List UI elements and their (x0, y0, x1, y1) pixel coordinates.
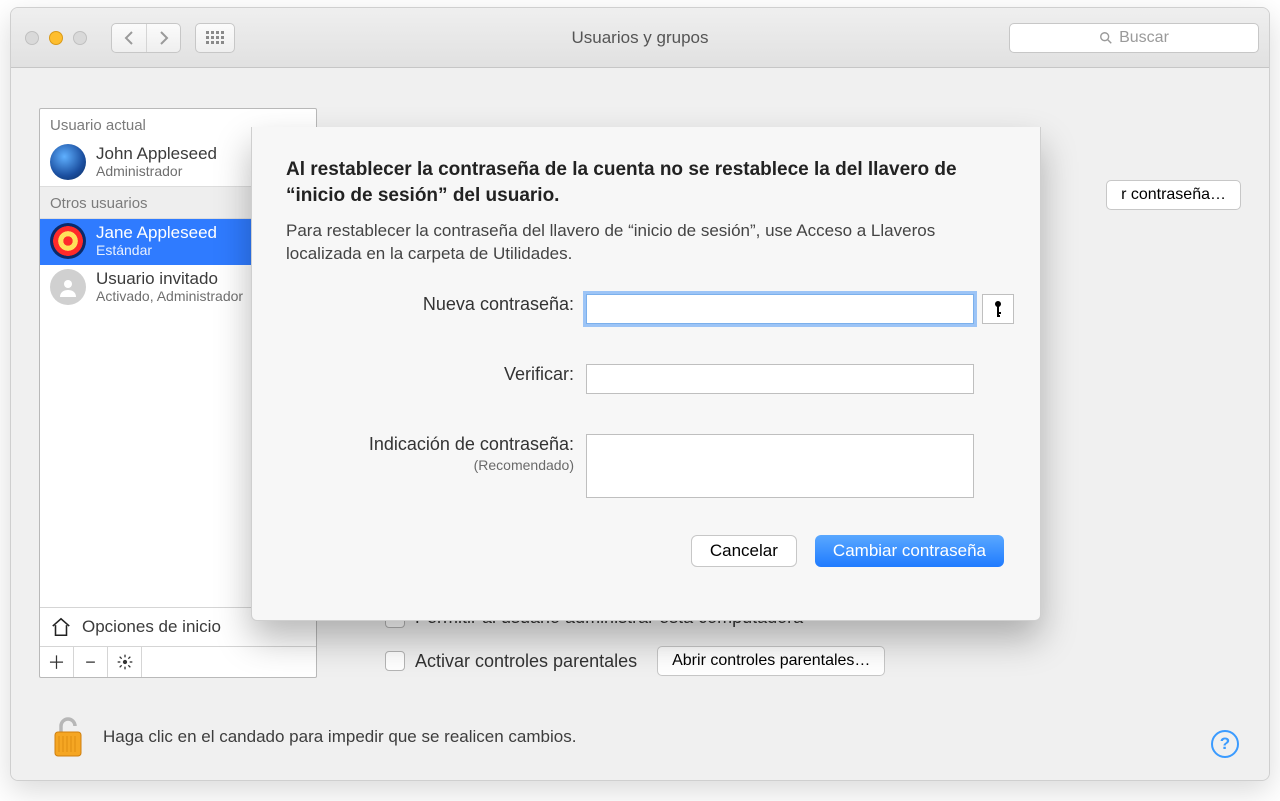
password-assistant-button[interactable] (982, 294, 1014, 324)
label-hint-text: Indicación de contraseña: (369, 434, 574, 454)
gear-icon (117, 654, 133, 670)
sheet-form: Nueva contraseña: Verificar: (286, 294, 1006, 503)
unlocked-padlock-icon[interactable] (49, 714, 87, 760)
actions-gear-button[interactable] (108, 647, 142, 677)
back-button[interactable] (112, 24, 146, 52)
help-button[interactable]: ? (1211, 730, 1239, 758)
label-hint-recommended: (Recomendado) (286, 457, 574, 473)
reset-password-button[interactable]: r contraseña… (1106, 180, 1241, 210)
user-role: Administrador (96, 163, 217, 179)
forward-button[interactable] (146, 24, 180, 52)
guest-avatar-icon (50, 269, 86, 305)
key-icon (992, 300, 1004, 318)
user-name: Usuario invitado (96, 270, 243, 289)
login-options-label: Opciones de inicio (82, 617, 221, 637)
house-icon (50, 616, 72, 638)
search-placeholder: Buscar (1119, 29, 1169, 47)
prefs-window: Usuarios y grupos Buscar Usuario actual … (10, 7, 1270, 781)
reset-password-sheet: Al restablecer la contraseña de la cuent… (251, 127, 1041, 621)
checkbox-row-parental[interactable]: Activar controles parentales Abrir contr… (385, 646, 885, 676)
change-password-button[interactable]: Cambiar contraseña (815, 535, 1004, 567)
window-controls (25, 31, 87, 45)
label-new-password: Nueva contraseña: (286, 294, 586, 315)
add-user-button[interactable]: ＋ (40, 647, 74, 677)
new-password-input[interactable] (586, 294, 974, 324)
nav-segmented (111, 23, 181, 53)
search-icon (1099, 31, 1113, 45)
user-role: Estándar (96, 242, 217, 258)
minimize-window-icon[interactable] (49, 31, 63, 45)
search-field[interactable]: Buscar (1009, 23, 1259, 53)
sheet-description: Para restablecer la contraseña del llave… (286, 220, 1006, 266)
sidebar-buttons: ＋ − (40, 647, 316, 677)
checkbox-label: Activar controles parentales (415, 651, 637, 672)
user-name: Jane Appleseed (96, 224, 217, 243)
lock-text: Haga clic en el candado para impedir que… (103, 727, 576, 747)
avatar-icon (50, 223, 86, 259)
user-name: John Appleseed (96, 145, 217, 164)
verify-password-input[interactable] (586, 364, 974, 394)
close-window-icon[interactable] (25, 31, 39, 45)
show-all-button[interactable] (195, 23, 235, 53)
password-hint-input[interactable] (586, 434, 974, 498)
person-silhouette-icon (57, 276, 79, 298)
chevron-right-icon (158, 31, 170, 45)
user-role: Activado, Administrador (96, 288, 243, 304)
lock-row: Haga clic en el candado para impedir que… (49, 714, 576, 760)
window-body: Usuario actual John Appleseed Administra… (11, 68, 1269, 780)
sheet-button-row: Cancelar Cambiar contraseña (286, 535, 1006, 567)
zoom-window-icon[interactable] (73, 31, 87, 45)
checkbox-icon[interactable] (385, 651, 405, 671)
sheet-heading: Al restablecer la contraseña de la cuent… (286, 157, 1006, 208)
avatar-icon (50, 144, 86, 180)
label-verify: Verificar: (286, 364, 586, 385)
chevron-left-icon (123, 31, 135, 45)
remove-user-button[interactable]: − (74, 647, 108, 677)
grid-icon (206, 31, 224, 45)
cancel-button[interactable]: Cancelar (691, 535, 797, 567)
titlebar: Usuarios y grupos Buscar (11, 8, 1269, 68)
label-hint: Indicación de contraseña: (Recomendado) (286, 434, 586, 473)
open-parental-controls-button[interactable]: Abrir controles parentales… (657, 646, 885, 676)
